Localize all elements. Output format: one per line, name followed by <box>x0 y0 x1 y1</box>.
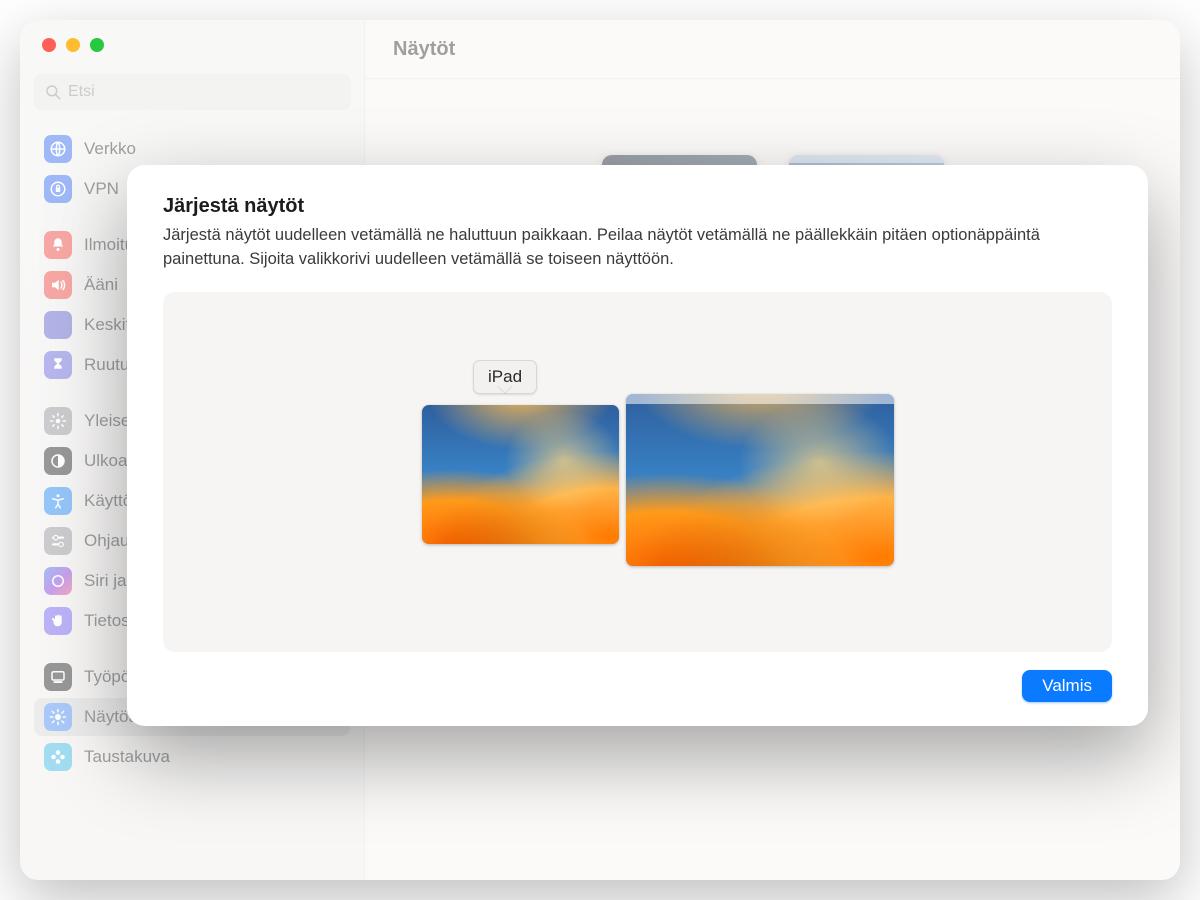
modal-actions: Valmis <box>163 670 1112 702</box>
display-ipad[interactable] <box>422 405 619 544</box>
arrange-displays-sheet: Järjestä näytöt Järjestä näytöt uudellee… <box>127 165 1148 726</box>
display-tooltip-label: iPad <box>488 367 522 386</box>
settings-window: Verkko VPN Ilmoitukset Ääni Keski <box>20 20 1180 880</box>
display-main[interactable] <box>626 394 894 566</box>
modal-title: Järjestä näytöt <box>163 195 1112 218</box>
window-controls <box>42 38 104 52</box>
display-arrangement-area[interactable]: iPad <box>163 292 1112 652</box>
zoom-window-button[interactable] <box>90 38 104 52</box>
display-tooltip: iPad <box>473 360 537 394</box>
done-button[interactable]: Valmis <box>1022 670 1112 702</box>
close-window-button[interactable] <box>42 38 56 52</box>
minimize-window-button[interactable] <box>66 38 80 52</box>
modal-description: Järjestä näytöt uudelleen vetämällä ne h… <box>163 224 1112 272</box>
